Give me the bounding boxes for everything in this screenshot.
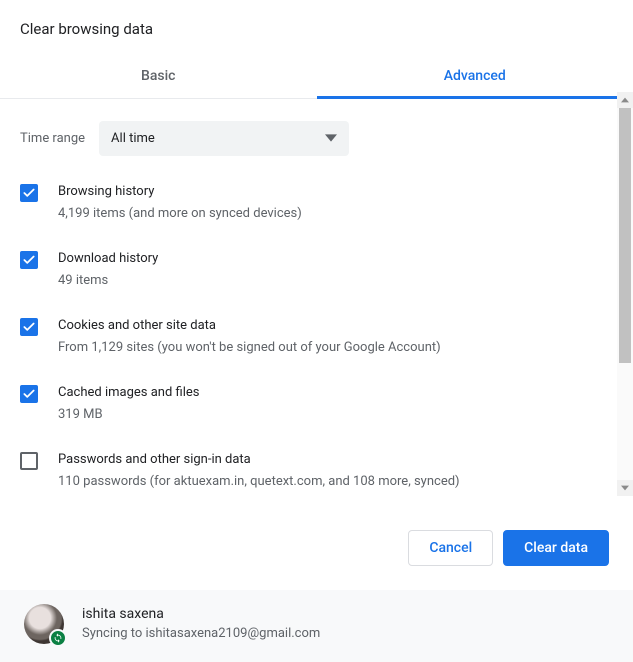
dialog-title: Clear browsing data <box>0 0 633 54</box>
dialog-footer: Cancel Clear data <box>0 511 633 590</box>
scrollbar[interactable] <box>617 92 633 496</box>
option-cache: Cached images and files 319 MB <box>20 383 613 424</box>
option-subtitle: 319 MB <box>58 405 199 425</box>
cancel-button[interactable]: Cancel <box>408 530 493 566</box>
account-strip: ishita saxena Syncing to ishitasaxena210… <box>0 590 633 662</box>
caret-down-icon <box>325 131 337 146</box>
avatar <box>24 604 64 644</box>
checkbox-passwords[interactable] <box>20 452 38 470</box>
option-cookies: Cookies and other site data From 1,129 s… <box>20 316 613 357</box>
option-title: Cached images and files <box>58 383 199 403</box>
option-title: Cookies and other site data <box>58 316 441 336</box>
checkbox-download-history[interactable] <box>20 251 38 269</box>
options-scroll-area: Time range All time Browsing history 4,1… <box>0 99 633 511</box>
sync-icon <box>49 629 67 647</box>
time-range-select[interactable]: All time <box>99 121 349 156</box>
option-subtitle: From 1,129 sites (you won't be signed ou… <box>58 338 441 358</box>
tab-advanced[interactable]: Advanced <box>317 54 633 98</box>
option-subtitle: 110 passwords (for aktuexam.in, quetext.… <box>58 472 460 492</box>
option-subtitle: 49 items <box>58 271 158 291</box>
checkbox-cookies[interactable] <box>20 318 38 336</box>
time-range-label: Time range <box>20 131 85 146</box>
option-subtitle: 4,199 items (and more on synced devices) <box>58 204 302 224</box>
scroll-down-icon[interactable] <box>617 480 633 496</box>
time-range-value: All time <box>111 131 155 146</box>
option-passwords: Passwords and other sign-in data 110 pas… <box>20 450 613 491</box>
option-browsing-history: Browsing history 4,199 items (and more o… <box>20 182 613 223</box>
clear-data-button[interactable]: Clear data <box>503 530 609 566</box>
checkbox-browsing-history[interactable] <box>20 184 38 202</box>
option-title: Download history <box>58 249 158 269</box>
account-name: ishita saxena <box>82 605 320 625</box>
tabs: Basic Advanced <box>0 54 633 99</box>
option-download-history: Download history 49 items <box>20 249 613 290</box>
option-title: Browsing history <box>58 182 302 202</box>
checkbox-cache[interactable] <box>20 385 38 403</box>
scroll-up-icon[interactable] <box>617 92 633 108</box>
option-title: Passwords and other sign-in data <box>58 450 460 470</box>
tab-basic[interactable]: Basic <box>0 54 317 98</box>
scrollbar-thumb[interactable] <box>619 108 631 363</box>
account-sync-status: Syncing to ishitasaxena2109@gmail.com <box>82 625 320 643</box>
